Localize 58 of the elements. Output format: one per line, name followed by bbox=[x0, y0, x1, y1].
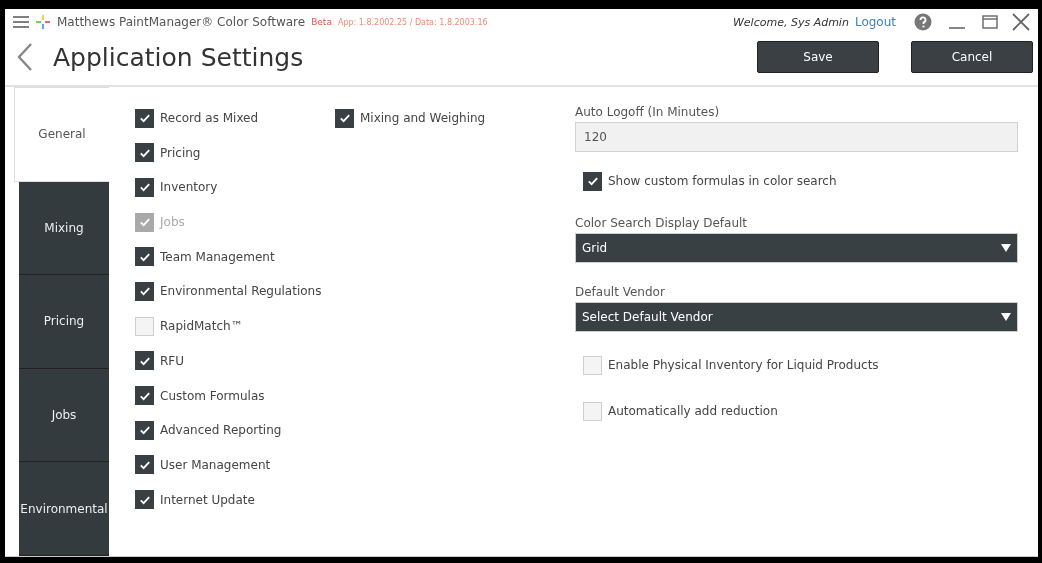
checkbox[interactable] bbox=[135, 351, 154, 371]
header-button[interactable]: Cancel bbox=[911, 41, 1033, 73]
header-button[interactable]: Save bbox=[757, 41, 879, 73]
sidebar-tab[interactable]: Pricing bbox=[19, 275, 109, 369]
checkbox[interactable] bbox=[135, 420, 154, 440]
caret-icon bbox=[1001, 313, 1011, 321]
checkbox[interactable] bbox=[135, 143, 154, 163]
checkbox-label: Environmental Regulations bbox=[160, 284, 322, 299]
field-label: Color Search Display Default bbox=[575, 216, 749, 230]
checkbox[interactable] bbox=[135, 386, 154, 405]
checkbox-label: Advanced Reporting bbox=[160, 423, 282, 438]
dropdown[interactable]: Grid bbox=[575, 233, 1018, 263]
checkbox[interactable] bbox=[583, 355, 602, 375]
caret-icon bbox=[1001, 244, 1011, 252]
checkbox[interactable] bbox=[135, 177, 154, 197]
sidebar-tab[interactable]: General bbox=[14, 87, 109, 182]
checkbox[interactable] bbox=[583, 171, 602, 191]
checkbox-label: RapidMatch™ bbox=[160, 319, 243, 334]
checkbox-label: Jobs bbox=[160, 215, 185, 230]
color-cross-icon bbox=[35, 14, 51, 30]
checkbox[interactable] bbox=[135, 316, 154, 336]
checkbox-label: Internet Update bbox=[160, 492, 255, 507]
checkbox-label: Show custom formulas in color search bbox=[608, 174, 837, 188]
checkbox-label: Enable Physical Inventory for Liquid Products bbox=[608, 358, 879, 372]
version-text: App: 1.8.2002.25 / Data: 1.8.2003.16 bbox=[337, 17, 488, 27]
welcome-text: Welcome, Sys Admin bbox=[732, 15, 849, 29]
page-title: Application Settings bbox=[53, 42, 304, 72]
checkbox-label: RFU bbox=[160, 353, 185, 368]
logout-link[interactable]: Logout bbox=[854, 15, 896, 29]
checkbox[interactable] bbox=[135, 108, 154, 128]
dropdown[interactable]: Select Default Vendor bbox=[575, 302, 1018, 332]
help-icon[interactable] bbox=[914, 13, 932, 31]
checkbox[interactable] bbox=[135, 247, 154, 267]
field-label: Default Vendor bbox=[575, 285, 666, 299]
beta-label: Beta bbox=[311, 17, 332, 27]
field-label: Auto Logoff (In Minutes) bbox=[575, 105, 721, 119]
checkbox-label: Record as Mixed bbox=[160, 111, 259, 125]
back-icon[interactable] bbox=[17, 42, 33, 72]
sidebar-tab[interactable]: Mixing bbox=[19, 181, 109, 276]
checkbox-label: Mixing and Weighing bbox=[360, 111, 486, 125]
checkbox-label: Team Management bbox=[160, 249, 275, 264]
menu-icon[interactable] bbox=[13, 16, 29, 28]
checkbox-label: Inventory bbox=[160, 180, 218, 195]
sidebar-tab[interactable]: Environmental bbox=[19, 462, 109, 556]
sidebar-tab[interactable]: Jobs bbox=[19, 368, 109, 463]
checkbox[interactable] bbox=[135, 490, 154, 510]
checkbox-label: User Management bbox=[160, 457, 271, 472]
maximize-icon[interactable] bbox=[982, 14, 998, 30]
checkbox[interactable] bbox=[135, 281, 154, 301]
app-name: Matthews PaintManager® Color Software bbox=[57, 15, 306, 29]
checkbox-label: Automatically add reduction bbox=[608, 404, 778, 418]
checkbox-label: Custom Formulas bbox=[160, 388, 265, 403]
input-field[interactable]: 120 bbox=[575, 122, 1018, 152]
close-icon[interactable] bbox=[1012, 13, 1030, 31]
checkbox[interactable] bbox=[583, 401, 602, 421]
checkbox[interactable] bbox=[135, 455, 154, 475]
checkbox-label: Pricing bbox=[160, 145, 201, 160]
checkbox[interactable] bbox=[335, 108, 354, 128]
